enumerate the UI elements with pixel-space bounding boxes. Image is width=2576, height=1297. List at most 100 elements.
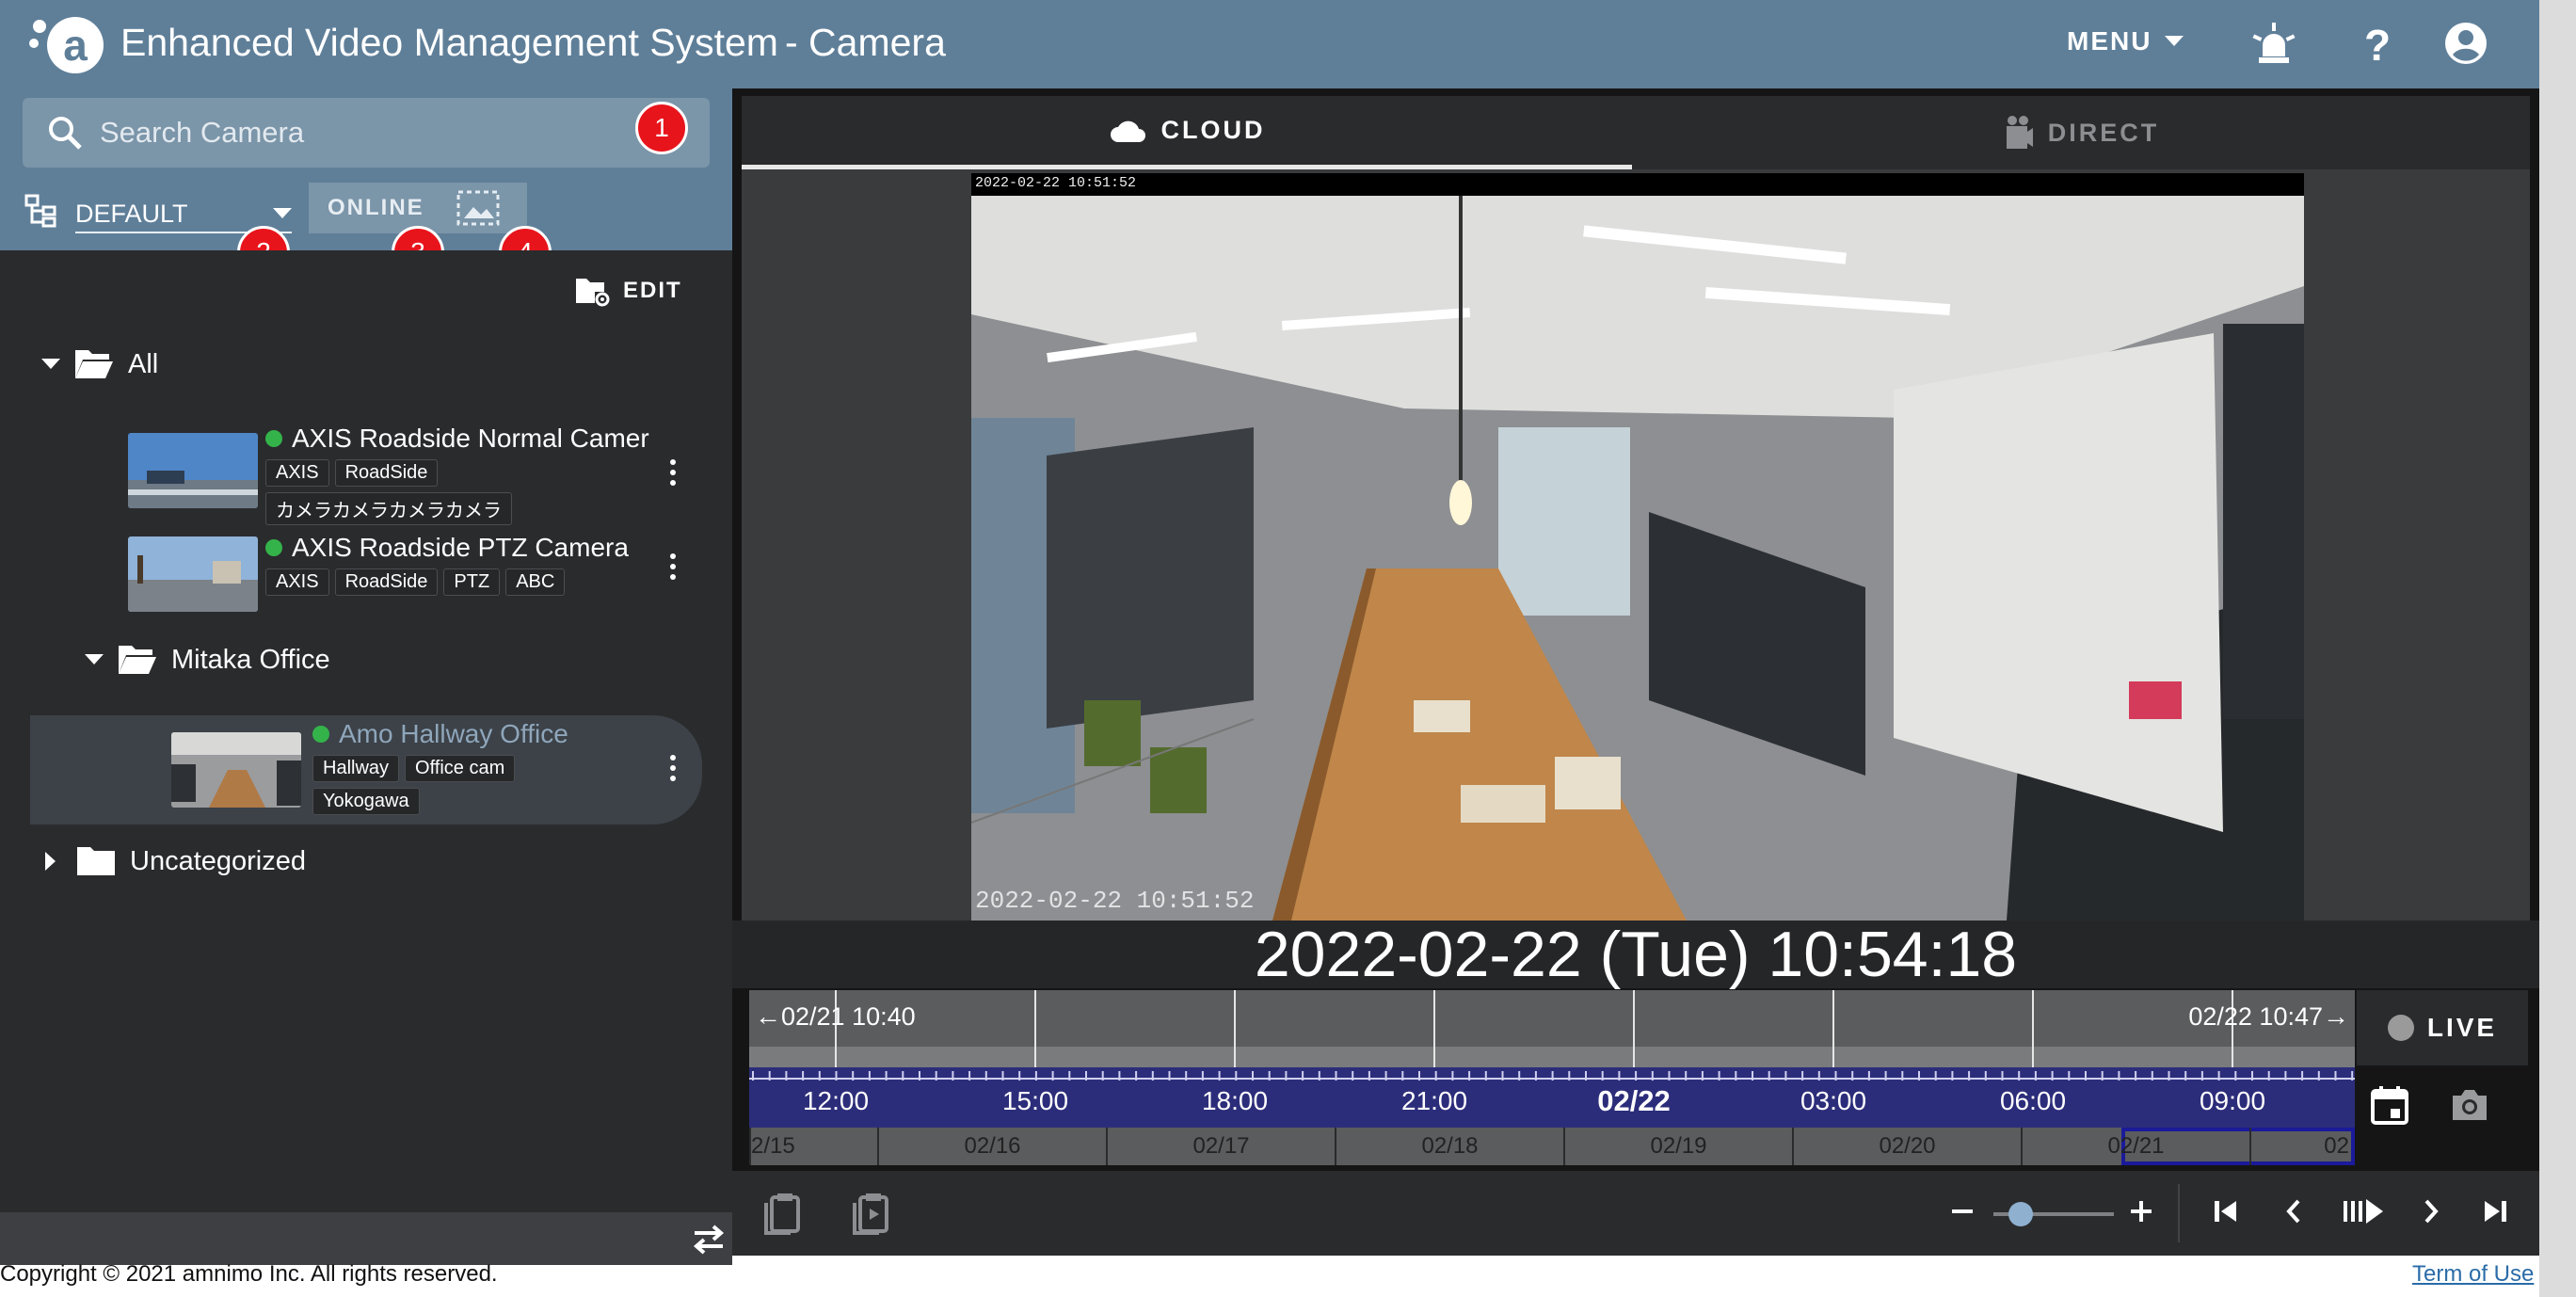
folder-uncategorized[interactable]: Uncategorized bbox=[45, 845, 306, 877]
clipboard-icon[interactable] bbox=[764, 1192, 804, 1235]
playback-controls bbox=[732, 1171, 2539, 1256]
camera-thumbnail bbox=[128, 433, 258, 508]
timeline-range-end[interactable]: 02/22 10:47→ bbox=[2188, 1001, 2349, 1032]
online-status-dot bbox=[312, 726, 329, 743]
tag: ABC bbox=[505, 568, 566, 596]
timeline-hour-scale[interactable] bbox=[749, 1067, 2355, 1128]
tag: AXIS bbox=[265, 568, 329, 596]
copyright-text: Copyright © 2021 amnimo Inc. All rights … bbox=[0, 1261, 498, 1287]
search-box[interactable] bbox=[23, 98, 710, 168]
camera-tags: Hallway Office cam Yokogawa bbox=[312, 755, 595, 815]
caret-right-icon[interactable] bbox=[45, 852, 56, 871]
tag: カメラカメラカメラカメラ bbox=[265, 492, 512, 525]
edit-button[interactable]: EDIT bbox=[574, 275, 682, 307]
day-cell[interactable]: 02/17 bbox=[1106, 1128, 1335, 1165]
video-frame: 2022-02-22 10:51:52 2022-02-22 10:51:52 bbox=[971, 173, 2304, 921]
timeline-range-start[interactable]: ←02/21 10:40 bbox=[755, 1001, 916, 1032]
camera-name: Amo Hallway Office bbox=[312, 719, 568, 749]
hour-label: 03:00 bbox=[1800, 1086, 1867, 1115]
group-select-value: DEFAULT bbox=[75, 199, 188, 228]
slow-motion-play-icon[interactable] bbox=[2342, 1195, 2385, 1227]
camera-item-axis-normal[interactable]: AXIS Roadside Normal Camer AXIS RoadSide… bbox=[30, 418, 702, 527]
hour-label: 18:00 bbox=[1201, 1086, 1269, 1115]
online-status-dot bbox=[265, 430, 282, 447]
day-cell[interactable]: 02/20 bbox=[1792, 1128, 2021, 1165]
zoom-out-icon[interactable] bbox=[1950, 1199, 1975, 1224]
help-icon[interactable]: ? bbox=[2353, 19, 2402, 68]
tag: AXIS bbox=[265, 459, 329, 487]
current-playback-time: 2022-02-22 (Tue) 10:54:18 bbox=[732, 921, 2539, 988]
online-status-dot bbox=[265, 539, 282, 556]
more-vert-icon[interactable] bbox=[670, 755, 678, 786]
caret-down-icon[interactable] bbox=[41, 359, 60, 370]
hint-badge-1: 1 bbox=[635, 102, 688, 154]
menu-label: MENU bbox=[2067, 26, 2152, 56]
svg-text:a: a bbox=[63, 21, 88, 70]
timeline-grid bbox=[749, 990, 2355, 1067]
camera-item-axis-ptz[interactable]: AXIS Roadside PTZ Camera AXIS RoadSide P… bbox=[30, 533, 702, 642]
camera-item-amo-hallway[interactable]: Amo Hallway Office Hallway Office cam Yo… bbox=[30, 715, 702, 825]
camera-cctv-icon bbox=[2006, 116, 2033, 149]
viewer-tabs: CLOUD DIRECT bbox=[742, 96, 2530, 169]
chevron-left-icon[interactable] bbox=[2281, 1197, 2306, 1225]
svg-text:?: ? bbox=[2364, 21, 2391, 68]
folder-uncategorized-label: Uncategorized bbox=[130, 845, 306, 876]
tag: Yokogawa bbox=[312, 788, 420, 815]
account-icon[interactable] bbox=[2441, 19, 2490, 68]
tag: Hallway bbox=[312, 755, 400, 782]
camera-thumbnail bbox=[128, 536, 258, 612]
timeline-range-track[interactable]: ←02/21 10:40 02/22 10:47→ bbox=[749, 990, 2355, 1067]
sidebar-footer bbox=[0, 1212, 732, 1265]
search-input[interactable] bbox=[100, 116, 627, 150]
hour-label-date: 02/22 bbox=[1597, 1084, 1671, 1117]
tab-cloud[interactable]: CLOUD bbox=[742, 96, 1632, 169]
hour-label: 15:00 bbox=[1001, 1086, 1069, 1115]
folder-all-label: All bbox=[128, 348, 159, 379]
clip-video-icon[interactable] bbox=[853, 1192, 892, 1235]
more-vert-icon[interactable] bbox=[670, 553, 678, 584]
terms-of-use-link[interactable]: Term of Use bbox=[2412, 1261, 2534, 1288]
zoom-in-icon[interactable] bbox=[2129, 1199, 2153, 1224]
thumbnail-toggle-icon[interactable] bbox=[456, 190, 500, 226]
edit-label: EDIT bbox=[623, 278, 682, 303]
skip-previous-icon[interactable] bbox=[2212, 1197, 2240, 1225]
folder-open-icon bbox=[119, 646, 156, 674]
chevron-right-icon[interactable] bbox=[2419, 1197, 2443, 1225]
page-subtitle: - Camera bbox=[785, 21, 946, 64]
day-cell[interactable]: 02/21 bbox=[2021, 1128, 2249, 1165]
calendar-icon[interactable] bbox=[2370, 1084, 2409, 1126]
caret-down-icon bbox=[273, 208, 292, 218]
online-filter-toggle[interactable]: ONLINE bbox=[328, 195, 424, 221]
search-icon bbox=[49, 117, 82, 150]
video-timestamp-overlay-top: 2022-02-22 10:51:52 bbox=[975, 175, 1137, 191]
folder-icon bbox=[77, 847, 115, 875]
caret-down-icon[interactable] bbox=[85, 654, 104, 665]
more-vert-icon[interactable] bbox=[670, 459, 678, 490]
zoom-slider[interactable] bbox=[1993, 1202, 2114, 1226]
divider bbox=[2178, 1184, 2180, 1242]
folder-all[interactable]: All bbox=[41, 348, 158, 380]
video-player[interactable]: 2022-02-22 10:51:52 2022-02-22 10:51:52 bbox=[742, 169, 2530, 921]
tab-direct[interactable]: DIRECT bbox=[1632, 96, 2530, 169]
skip-next-icon[interactable] bbox=[2481, 1197, 2509, 1225]
tag: Office cam bbox=[405, 755, 516, 782]
tab-direct-label: DIRECT bbox=[2047, 118, 2160, 147]
swap-horiz-icon[interactable] bbox=[691, 1222, 727, 1256]
snapshot-camera-icon[interactable] bbox=[2449, 1088, 2490, 1122]
live-button[interactable]: LIVE bbox=[2357, 990, 2528, 1065]
day-cell[interactable]: 02/18 bbox=[1335, 1128, 1563, 1165]
alarm-light-icon[interactable] bbox=[2249, 19, 2298, 68]
menu-button[interactable]: MENU bbox=[2067, 26, 2184, 56]
folder-mitaka-office[interactable]: Mitaka Office bbox=[85, 644, 330, 676]
zoom-slider-thumb[interactable] bbox=[2008, 1202, 2033, 1226]
day-cell[interactable]: 02 bbox=[2249, 1128, 2355, 1165]
hour-label: 12:00 bbox=[802, 1086, 870, 1115]
camera-filter-panel: DEFAULT ONLINE 1 2 3 4 bbox=[0, 88, 732, 279]
day-cell[interactable]: 02/16 bbox=[877, 1128, 1106, 1165]
camera-tags: AXIS RoadSide カメラカメラカメラカメラ bbox=[265, 459, 661, 525]
hour-label: 21:00 bbox=[1400, 1086, 1468, 1115]
day-cell[interactable]: 2/15 bbox=[749, 1128, 877, 1165]
tag: RoadSide bbox=[334, 459, 439, 487]
app-header: a Enhanced Video Management System - Cam… bbox=[0, 0, 2539, 88]
day-cell[interactable]: 02/19 bbox=[1563, 1128, 1792, 1165]
